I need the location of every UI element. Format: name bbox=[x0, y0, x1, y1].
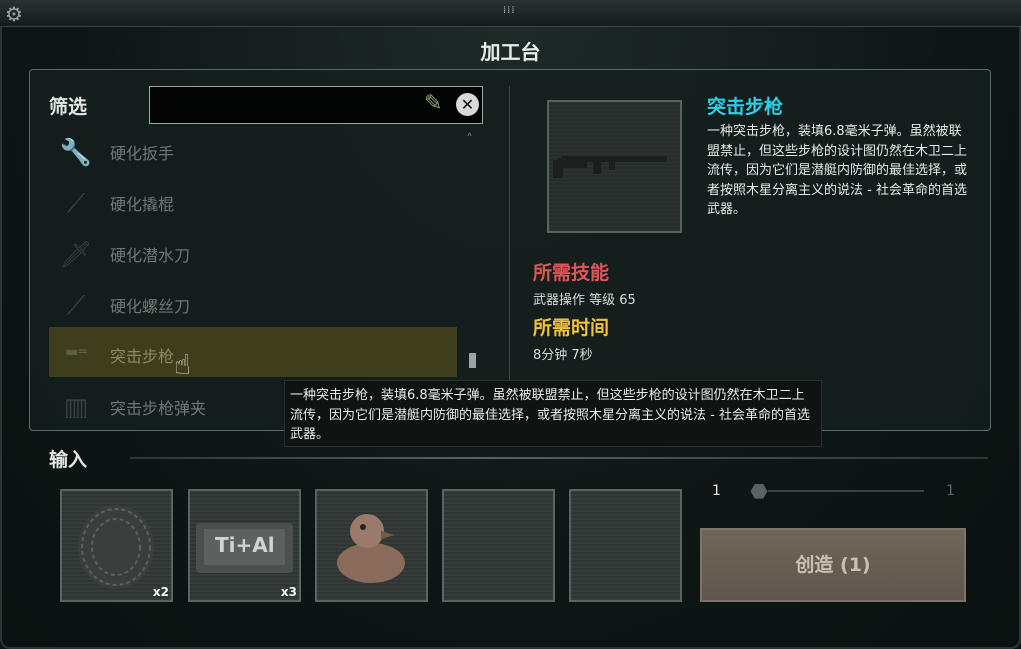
knife-icon: 🗡 bbox=[59, 240, 93, 270]
input-slot[interactable] bbox=[315, 489, 428, 602]
list-item[interactable]: 🔧 硬化扳手 bbox=[49, 128, 457, 178]
list-item-label: 突击步枪 bbox=[110, 347, 175, 366]
input-slot-empty[interactable] bbox=[442, 489, 555, 602]
filter-label: 筛选 bbox=[49, 96, 88, 118]
quantity-slider-track[interactable] bbox=[768, 490, 924, 492]
rubber-duck-icon bbox=[337, 514, 405, 583]
create-button[interactable]: 创造 (1) bbox=[700, 528, 966, 602]
top-bar: ⚙ ⁞⁞⁞ bbox=[0, 0, 1021, 27]
item-description: 一种突击步枪，装填6.8毫米子弹。虽然被联盟禁止，但这些步枪的设计图仍然在木卫二… bbox=[707, 124, 968, 217]
list-item-label: 硬化潜水刀 bbox=[110, 246, 191, 265]
divider bbox=[509, 86, 510, 416]
crowbar-icon: ⟋ bbox=[66, 189, 86, 219]
recipe-list: 🔧 硬化扳手 ⟋ 硬化撬棍 🗡 硬化潜水刀 ⟋ 硬化螺丝刀 ▬═ 突击步枪 ▥ … bbox=[49, 128, 459, 418]
list-item[interactable]: ⟋ 硬化螺丝刀 bbox=[49, 281, 457, 331]
list-item[interactable]: 🗡 硬化潜水刀 bbox=[49, 230, 457, 280]
slot-quantity: x2 bbox=[152, 585, 169, 599]
item-name: 突击步枪 bbox=[707, 96, 784, 118]
drag-handle-icon[interactable]: ⁞⁞⁞ bbox=[503, 6, 517, 20]
list-scrollbar[interactable] bbox=[469, 353, 476, 368]
input-slot[interactable]: Ti+Al x3 bbox=[188, 489, 301, 602]
input-label: 输入 bbox=[49, 449, 88, 471]
screwdriver-icon: ⟋ bbox=[66, 291, 86, 321]
list-item-label: 突击步枪弹夹 bbox=[110, 399, 207, 418]
list-item-label: 硬化螺丝刀 bbox=[110, 297, 191, 316]
list-item[interactable]: ⟋ 硬化撬棍 bbox=[49, 179, 457, 229]
item-tooltip: 一种突击步枪，装填6.8毫米子弹。虽然被联盟禁止，但这些步枪的设计图仍然在木卫二… bbox=[284, 380, 822, 447]
quantity-max: 1 bbox=[946, 483, 955, 499]
quantity-slider-handle[interactable]: ⬣ bbox=[741, 478, 777, 504]
input-slot-empty[interactable] bbox=[569, 489, 682, 602]
required-skill-value: 武器操作 等级 65 bbox=[533, 293, 636, 308]
quantity-min: 1 bbox=[712, 483, 721, 499]
magazine-icon: ▥ bbox=[63, 393, 89, 418]
slot-quantity: x3 bbox=[280, 585, 297, 599]
required-time-value: 8分钟 7秒 bbox=[533, 348, 593, 363]
settings-gear-icon[interactable]: ⚙ bbox=[3, 3, 25, 25]
sponge-material-icon bbox=[78, 505, 154, 589]
list-item-label: 硬化扳手 bbox=[110, 144, 175, 163]
input-slot[interactable]: x2 bbox=[60, 489, 173, 602]
clear-search-icon[interactable]: ✕ bbox=[456, 93, 479, 116]
input-divider bbox=[130, 457, 988, 459]
scroll-up-icon[interactable]: ˄ bbox=[466, 132, 473, 148]
required-time-heading: 所需时间 bbox=[533, 317, 610, 339]
pencil-icon[interactable]: ✎ bbox=[424, 92, 448, 116]
list-item-label: 硬化撬棍 bbox=[110, 195, 175, 214]
list-item-selected[interactable]: ▬═ 突击步枪 bbox=[49, 327, 457, 377]
rifle-icon: ▬═ bbox=[65, 344, 87, 360]
window-title: 加工台 bbox=[480, 40, 541, 64]
wrench-icon: 🔧 bbox=[59, 138, 93, 168]
rifle-icon bbox=[553, 156, 667, 178]
required-skill-heading: 所需技能 bbox=[533, 262, 610, 284]
ingot-label: Ti+Al bbox=[215, 533, 275, 557]
hand-cursor-icon: ☝ bbox=[174, 348, 192, 381]
